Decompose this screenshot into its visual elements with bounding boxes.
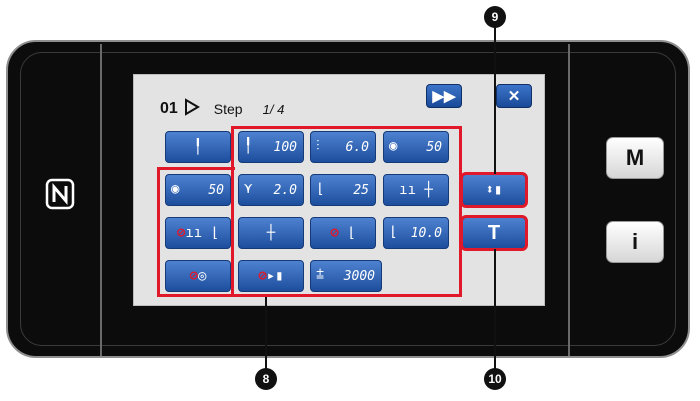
teaching-button[interactable]: T	[460, 215, 528, 251]
step-count: 1/ 4	[262, 101, 285, 117]
callout-10-line	[494, 249, 496, 370]
foot-lift-button[interactable]: ⬍▮	[460, 172, 528, 208]
fast-forward-icon: ▶▶	[432, 88, 456, 105]
callout-8-badge: 8	[255, 368, 277, 390]
needle-icon: ╿	[193, 139, 203, 155]
mode-button-label: M	[625, 145, 645, 170]
callout-8-label: 8	[262, 372, 270, 386]
info-button[interactable]: i	[606, 221, 664, 263]
fast-forward-button[interactable]: ▶▶	[426, 84, 462, 108]
left-divider	[100, 44, 102, 356]
callout-10-label: 10	[488, 372, 502, 386]
callout-9-line	[494, 22, 496, 174]
callout-8-frame	[231, 126, 462, 297]
foot-lift-icon: ⬍▮	[485, 182, 503, 198]
step-label: Step	[213, 101, 243, 117]
mode-button[interactable]: M	[606, 137, 664, 179]
callout-9-label: 9	[491, 10, 499, 24]
right-divider	[568, 44, 570, 356]
teaching-label: T	[487, 221, 501, 244]
needle-position-button[interactable]: ╿	[165, 131, 231, 163]
callout-8-line	[265, 297, 267, 370]
callout-9-badge: 9	[484, 6, 506, 28]
step-number: 01	[160, 100, 178, 117]
step-header: 01 Step 1/ 4	[160, 96, 284, 122]
close-button[interactable]: ✕	[496, 84, 532, 108]
info-button-label: i	[631, 229, 639, 254]
close-icon: ✕	[507, 88, 521, 105]
callout-8-frame-left	[157, 167, 235, 297]
callout-10-badge: 10	[484, 368, 506, 390]
nfc-icon	[45, 178, 75, 210]
step-arrow-icon	[184, 97, 202, 122]
